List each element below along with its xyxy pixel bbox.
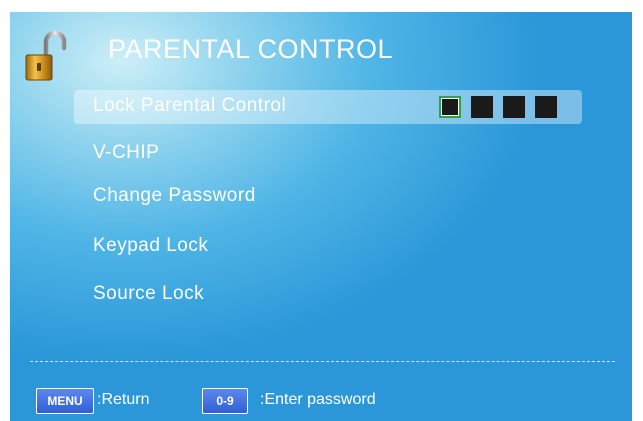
menu-item-change-password[interactable]: Change Password <box>74 180 582 214</box>
menu-item-lock-parental-control[interactable]: Lock Parental Control <box>74 90 582 124</box>
menu-item-v-chip[interactable]: V-CHIP <box>74 137 582 171</box>
digits-key-button[interactable]: 0-9 <box>202 388 248 414</box>
menu-item-label: V-CHIP <box>93 142 160 163</box>
menu-item-label: Source Lock <box>93 283 205 304</box>
menu-item-keypad-lock[interactable]: Keypad Lock <box>74 230 582 264</box>
enter-password-hint-label: :Enter password <box>260 391 376 408</box>
padlock-open-icon <box>25 30 67 81</box>
menu-key-button[interactable]: MENU <box>36 388 94 414</box>
menu-item-label: Change Password <box>93 185 256 206</box>
menu-item-label: Keypad Lock <box>93 235 209 256</box>
page-title: PARENTAL CONTROL <box>108 34 394 64</box>
footer-divider <box>30 361 615 362</box>
menu-item-source-lock[interactable]: Source Lock <box>74 278 582 312</box>
password-digit-box[interactable] <box>535 96 557 118</box>
return-hint-label: :Return <box>97 391 150 408</box>
password-digit-box[interactable] <box>439 96 461 118</box>
password-digit-box[interactable] <box>503 96 525 118</box>
menu-item-label: Lock Parental Control <box>93 95 287 116</box>
parental-control-screen: PARENTAL CONTROL Lock Parental Control V… <box>10 12 632 421</box>
password-digit-box[interactable] <box>471 96 493 118</box>
